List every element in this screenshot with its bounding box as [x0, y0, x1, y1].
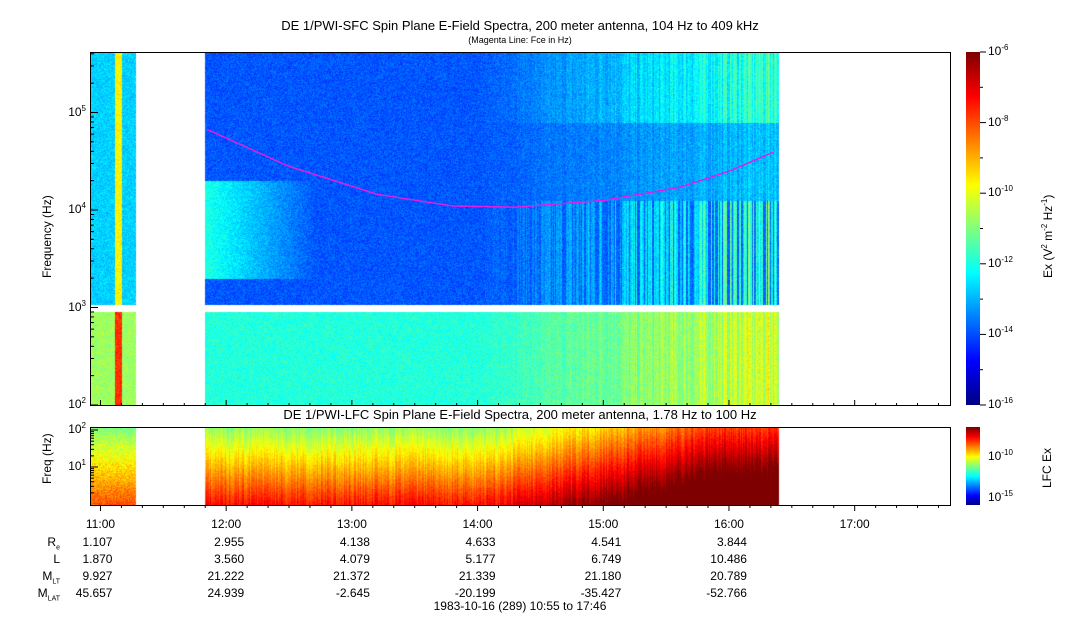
ephemeris-value: 21.339 [458, 569, 496, 583]
colorbar-tick-label: 10-8 [988, 113, 1009, 129]
ephemeris-value: 45.657 [75, 586, 113, 600]
colorbar-tick-label: 10-12 [988, 254, 1013, 270]
ephemeris-value: 4.079 [339, 552, 370, 566]
ephemeris-label: MLT [42, 569, 60, 586]
lfc-y-tick-label: 102 [68, 421, 86, 436]
fce-line [207, 128, 774, 208]
ephemeris-value: 4.541 [591, 535, 622, 549]
ephemeris-value: 1.870 [82, 552, 113, 566]
ephemeris-label: Re [47, 535, 60, 552]
y-tick-label: 104 [68, 201, 86, 216]
x-tick-label: 14:00 [462, 517, 493, 531]
axes-overlay [90, 51, 986, 511]
ephemeris-value: 10.486 [710, 552, 747, 566]
y-tick-label: 102 [68, 396, 86, 411]
ephemeris-value: 21.372 [333, 569, 370, 583]
ephemeris-value: 24.939 [207, 586, 245, 600]
lfc-colorbar-tick-label: 10-15 [988, 489, 1013, 504]
ephemeris-value: 1.107 [82, 535, 113, 549]
spectrogram-figure: DE 1/PWI-SFC Spin Plane E-Field Spectra,… [0, 0, 1083, 620]
ephemeris-label: MLAT [37, 586, 60, 603]
ephemeris-value: 2.955 [214, 535, 245, 549]
ephemeris-value: -35.427 [580, 586, 622, 600]
hfc-colorbar-label: Ex (V2 m-2 Hz-1) [1040, 194, 1055, 278]
ephemeris-value: 21.180 [584, 569, 622, 583]
x-tick-label: 13:00 [336, 517, 367, 531]
colorbar-tick-label: 10-6 [988, 43, 1009, 58]
y-tick-label: 105 [68, 103, 86, 119]
ephemeris-value: 4.633 [465, 535, 496, 549]
x-tick-label: 17:00 [839, 517, 870, 531]
lfc-colorbar-label: LFC Ex [1040, 447, 1054, 488]
hfc-y-label: Frequency (Hz) [40, 195, 54, 278]
ephemeris-value: 3.844 [716, 535, 747, 549]
lfc-y-tick-label: 101 [68, 458, 86, 473]
ephemeris-label: L [53, 552, 60, 566]
date-range-footer: 1983-10-16 (289) 10:55 to 17:46 [433, 599, 607, 613]
colorbar-tick-label: 10-16 [988, 396, 1013, 411]
x-tick-label: 16:00 [713, 517, 744, 531]
x-tick-label: 15:00 [588, 517, 619, 531]
y-tick-label: 103 [68, 298, 86, 314]
ephemeris-value: -20.199 [454, 586, 496, 600]
ephemeris-value: -52.766 [706, 586, 747, 600]
x-tick-label: 11:00 [85, 517, 116, 531]
ephemeris-value: 4.138 [339, 535, 370, 549]
x-tick-label: 12:00 [211, 517, 242, 531]
ephemeris-value: 3.560 [214, 552, 245, 566]
ephemeris-value: 6.749 [591, 552, 622, 566]
colorbar-tick-label: 10-14 [988, 325, 1013, 341]
ephemeris-value: -2.645 [335, 586, 370, 600]
ephemeris-value: 5.177 [465, 552, 496, 566]
ephemeris-value: 21.222 [207, 569, 245, 583]
colorbar-tick-label: 10-10 [988, 184, 1013, 200]
lfc-y-label: Freq (Hz) [40, 433, 54, 484]
lfc-colorbar-tick-label: 10-10 [988, 448, 1013, 463]
ephemeris-value: 9.927 [82, 569, 113, 583]
ephemeris-value: 20.789 [710, 569, 747, 583]
